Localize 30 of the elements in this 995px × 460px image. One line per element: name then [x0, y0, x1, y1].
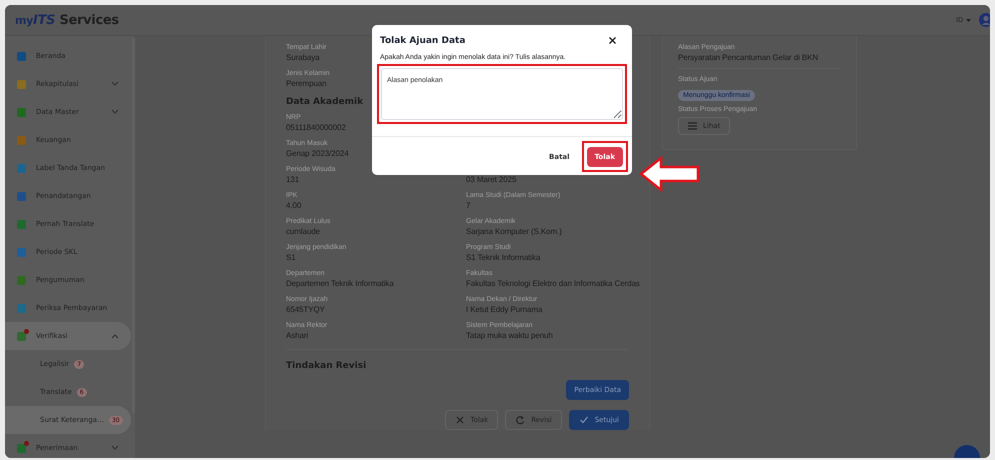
avatar-icon — [979, 13, 990, 27]
field-value: Sarjana Komputer (S.Kom.) — [466, 226, 562, 237]
field-value: cumlaude — [286, 226, 320, 237]
check-icon — [578, 415, 589, 425]
field-value: 4.00 — [286, 200, 302, 211]
close-icon — [609, 37, 616, 44]
field-value: Persyaratan Pencantuman Gelar di BKN — [678, 52, 818, 63]
caret-icon — [966, 18, 971, 22]
field-value: Ashari — [286, 330, 308, 341]
field-value: Tatap muka waktu penuh — [466, 330, 553, 341]
field-value: S1 — [286, 252, 296, 263]
field-value: 131 — [286, 174, 300, 185]
refresh-icon — [515, 415, 526, 425]
field-value: Surabaya — [286, 52, 320, 63]
field-value: S1 Teknik Informatika — [466, 252, 540, 263]
field-value: Fakultas Teknologi Elektro dan Informatika Cerdas — [466, 278, 640, 289]
field-value: 6545TYQY — [286, 304, 325, 315]
field-value: Genap 2023/2024 — [286, 148, 349, 159]
close-button[interactable] — [607, 35, 618, 46]
field-value: 05111840000002 — [286, 122, 346, 133]
close-icon — [454, 415, 465, 425]
field-value: 7 — [466, 200, 470, 211]
list-icon — [688, 122, 697, 130]
field-value: 03 Maret 2025 — [466, 174, 516, 185]
dialog-title: Tolak Ajuan Data — [380, 36, 466, 46]
field-value: Departemen Teknik Informatika — [286, 278, 394, 289]
section-heading: Data Akademik — [286, 96, 364, 109]
field-value: Perempuan — [286, 78, 326, 89]
section-heading: Tindakan Revisi — [286, 360, 366, 373]
app-logo: myITS Services — [15, 12, 119, 28]
